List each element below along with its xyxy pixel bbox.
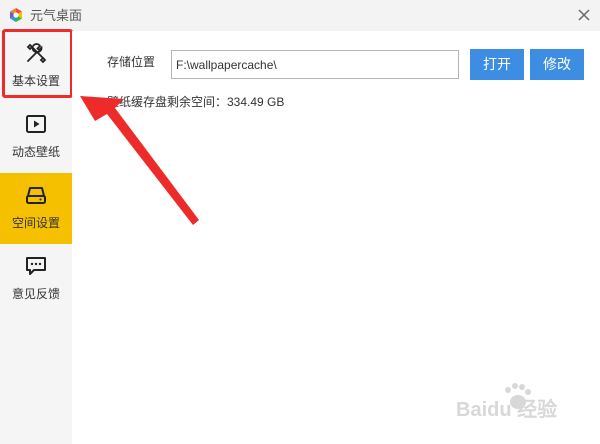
storage-path-input[interactable] <box>171 50 459 79</box>
main-content <box>72 31 600 444</box>
drive-icon <box>26 187 46 204</box>
sidebar-item-feedback[interactable]: 意见反馈 <box>0 244 72 315</box>
sidebar-item-basic-settings[interactable]: 基本设置 <box>0 31 72 102</box>
play-icon <box>26 115 46 133</box>
storage-location-label: 存储位置 <box>107 55 156 69</box>
sidebar-item-space-settings[interactable]: 空间设置 <box>0 173 72 244</box>
sidebar-item-label: 动态壁纸 <box>11 145 60 159</box>
chat-bubble-icon <box>26 257 46 275</box>
title-bar: 元气桌面 <box>0 0 600 31</box>
sidebar: 基本设置 动态壁纸 空间设置 意见反馈 <box>0 31 72 444</box>
edit-button[interactable]: 修改 <box>530 49 584 80</box>
yuanqi-logo-icon <box>10 8 22 22</box>
sidebar-item-live-wallpaper[interactable]: 动态壁纸 <box>0 102 72 173</box>
sidebar-item-label: 空间设置 <box>11 216 60 230</box>
sidebar-item-label: 基本设置 <box>11 74 60 88</box>
tools-icon <box>26 43 47 64</box>
open-button[interactable]: 打开 <box>470 49 524 80</box>
close-icon[interactable] <box>574 5 594 25</box>
sidebar-item-label: 意见反馈 <box>11 287 60 301</box>
free-space-text: 壁纸缓存盘剩余空间：334.49 GB <box>107 95 285 109</box>
window-title: 元气桌面 <box>30 8 83 23</box>
